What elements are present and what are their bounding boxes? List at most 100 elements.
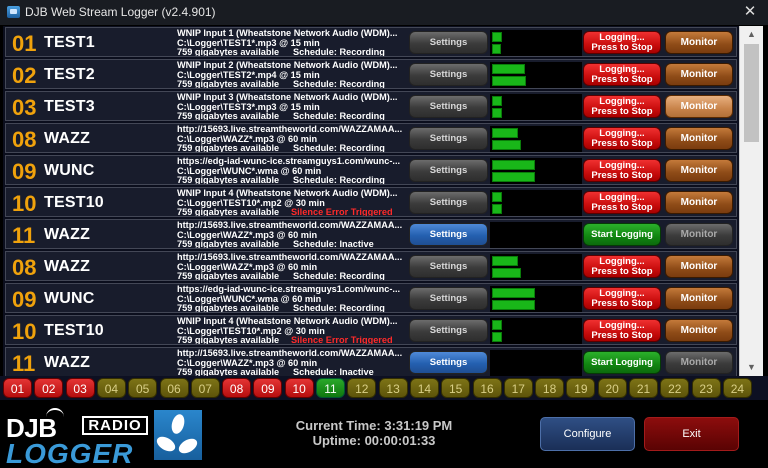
settings-button[interactable]: Settings <box>409 255 488 278</box>
meter-bar-left <box>492 288 535 298</box>
close-button[interactable]: ✕ <box>732 0 768 25</box>
scroll-up-icon[interactable]: ▲ <box>740 26 763 43</box>
stream-name: TEST2 <box>44 66 95 83</box>
stream-row: 09 WUNC https://edg-iad-wunc-ice.streamguy… <box>5 283 737 313</box>
stop-logging-button[interactable]: Logging... Press to Stop <box>583 31 661 54</box>
start-logging-button[interactable]: Start Logging <box>583 223 661 246</box>
meter-bar-right <box>492 140 521 150</box>
stream-number: 01 <box>12 31 37 56</box>
slot-tab-10[interactable]: 10 <box>284 378 314 398</box>
slot-tab-07[interactable]: 07 <box>190 378 220 398</box>
slot-tab-22[interactable]: 22 <box>660 378 690 398</box>
stream-row: 11 WAZZ http://15693.live.streamtheworld.c… <box>5 219 737 249</box>
scroll-thumb[interactable] <box>744 44 759 142</box>
stream-row: 11 WAZZ http://15693.live.streamtheworld.c… <box>5 347 737 377</box>
slot-tab-19[interactable]: 19 <box>566 378 596 398</box>
monitor-button[interactable]: Monitor <box>665 127 733 150</box>
slot-tab-23[interactable]: 23 <box>691 378 721 398</box>
slot-tab-02[interactable]: 02 <box>34 378 64 398</box>
stop-logging-button[interactable]: Logging... Press to Stop <box>583 191 661 214</box>
monitor-button[interactable]: Monitor <box>665 287 733 310</box>
audio-level-meter <box>490 350 582 376</box>
slot-tab-12[interactable]: 12 <box>347 378 377 398</box>
slot-tab-04[interactable]: 04 <box>96 378 126 398</box>
slot-tab-15[interactable]: 15 <box>441 378 471 398</box>
slot-tab-03[interactable]: 03 <box>65 378 95 398</box>
slot-tab-17[interactable]: 17 <box>503 378 533 398</box>
settings-button[interactable]: Settings <box>409 319 488 342</box>
stream-row: 08 WAZZ http://15693.live.streamtheworld.c… <box>5 251 737 281</box>
stream-disk-status: 759 gigabytes available Schedule: Recordi… <box>177 47 405 56</box>
audio-level-meter <box>490 30 582 56</box>
monitor-button[interactable]: Monitor <box>665 95 733 118</box>
stop-logging-button[interactable]: Logging... Press to Stop <box>583 255 661 278</box>
settings-button[interactable]: Settings <box>409 223 488 246</box>
slot-tab-21[interactable]: 21 <box>629 378 658 398</box>
stream-disk-status: 759 gigabytes available Schedule: Recordi… <box>177 175 405 184</box>
settings-button[interactable]: Settings <box>409 351 488 374</box>
stream-name: WAZZ <box>44 226 91 243</box>
settings-button[interactable]: Settings <box>409 63 488 86</box>
slot-tab-16[interactable]: 16 <box>472 378 502 398</box>
settings-button[interactable]: Settings <box>409 287 488 310</box>
stop-logging-button[interactable]: Logging... Press to Stop <box>583 287 661 310</box>
meter-bar-right <box>492 76 526 86</box>
schedule-status: Schedule: Inactive <box>293 239 374 249</box>
monitor-button[interactable]: Monitor <box>665 351 733 374</box>
start-logging-button[interactable]: Start Logging <box>583 351 661 374</box>
stream-number: 02 <box>12 63 37 88</box>
disk-space: 759 gigabytes available <box>177 207 280 217</box>
configure-button[interactable]: Configure <box>540 417 635 451</box>
monitor-button[interactable]: Monitor <box>665 319 733 342</box>
scroll-down-icon[interactable]: ▼ <box>740 359 763 376</box>
stop-logging-button[interactable]: Logging... Press to Stop <box>583 159 661 182</box>
settings-button[interactable]: Settings <box>409 95 488 118</box>
monitor-button[interactable]: Monitor <box>665 255 733 278</box>
settings-button[interactable]: Settings <box>409 191 488 214</box>
slot-tab-11[interactable]: 11 <box>316 378 345 398</box>
slot-tab-24[interactable]: 24 <box>722 378 752 398</box>
stream-number: 09 <box>12 287 37 312</box>
monitor-button[interactable]: Monitor <box>665 31 733 54</box>
meter-bar-right <box>492 108 502 118</box>
disk-space: 759 gigabytes available <box>177 271 280 281</box>
disk-space: 759 gigabytes available <box>177 111 280 121</box>
audio-level-meter <box>490 126 582 152</box>
audio-level-meter <box>490 286 582 312</box>
monitor-button[interactable]: Monitor <box>665 191 733 214</box>
monitor-button[interactable]: Monitor <box>665 223 733 246</box>
audio-level-meter <box>490 158 582 184</box>
stream-disk-status: 759 gigabytes available Schedule: Recordi… <box>177 111 405 121</box>
window-title: DJB Web Stream Logger (v2.4.901) <box>25 5 216 19</box>
slot-tab-13[interactable]: 13 <box>378 378 408 398</box>
stop-logging-button[interactable]: Logging... Press to Stop <box>583 63 661 86</box>
stream-row: 01 TEST1 WNIP Input 1 (Wheatstone Network … <box>5 27 737 57</box>
slot-tab-20[interactable]: 20 <box>597 378 627 398</box>
exit-button[interactable]: Exit <box>644 417 739 451</box>
stream-name: WUNC <box>44 290 95 307</box>
slot-tab-18[interactable]: 18 <box>535 378 565 398</box>
settings-button[interactable]: Settings <box>409 127 488 150</box>
slot-tab-14[interactable]: 14 <box>409 378 439 398</box>
stop-logging-button[interactable]: Logging... Press to Stop <box>583 319 661 342</box>
stream-number: 10 <box>12 191 37 216</box>
stop-logging-button[interactable]: Logging... Press to Stop <box>583 127 661 150</box>
slot-tab-08[interactable]: 08 <box>222 378 252 398</box>
schedule-status: Schedule: Recording <box>293 271 385 281</box>
settings-button[interactable]: Settings <box>409 159 488 182</box>
disk-space: 759 gigabytes available <box>177 303 280 313</box>
disk-space: 759 gigabytes available <box>177 79 280 89</box>
slot-tab-06[interactable]: 06 <box>159 378 189 398</box>
slot-tab-09[interactable]: 09 <box>253 378 283 398</box>
slot-tab-05[interactable]: 05 <box>128 378 158 398</box>
stream-row: 08 WAZZ http://15693.live.streamtheworld.c… <box>5 123 737 153</box>
stream-info: WNIP Input 3 (Wheatstone Network Audio (… <box>177 93 405 121</box>
monitor-button[interactable]: Monitor <box>665 63 733 86</box>
stop-logging-button[interactable]: Logging... Press to Stop <box>583 95 661 118</box>
monitor-button[interactable]: Monitor <box>665 159 733 182</box>
meter-bar-left <box>492 320 502 330</box>
meter-bar-left <box>492 256 518 266</box>
settings-button[interactable]: Settings <box>409 31 488 54</box>
vertical-scrollbar[interactable]: ▲ ▼ <box>739 26 763 376</box>
slot-tab-01[interactable]: 01 <box>3 378 32 398</box>
